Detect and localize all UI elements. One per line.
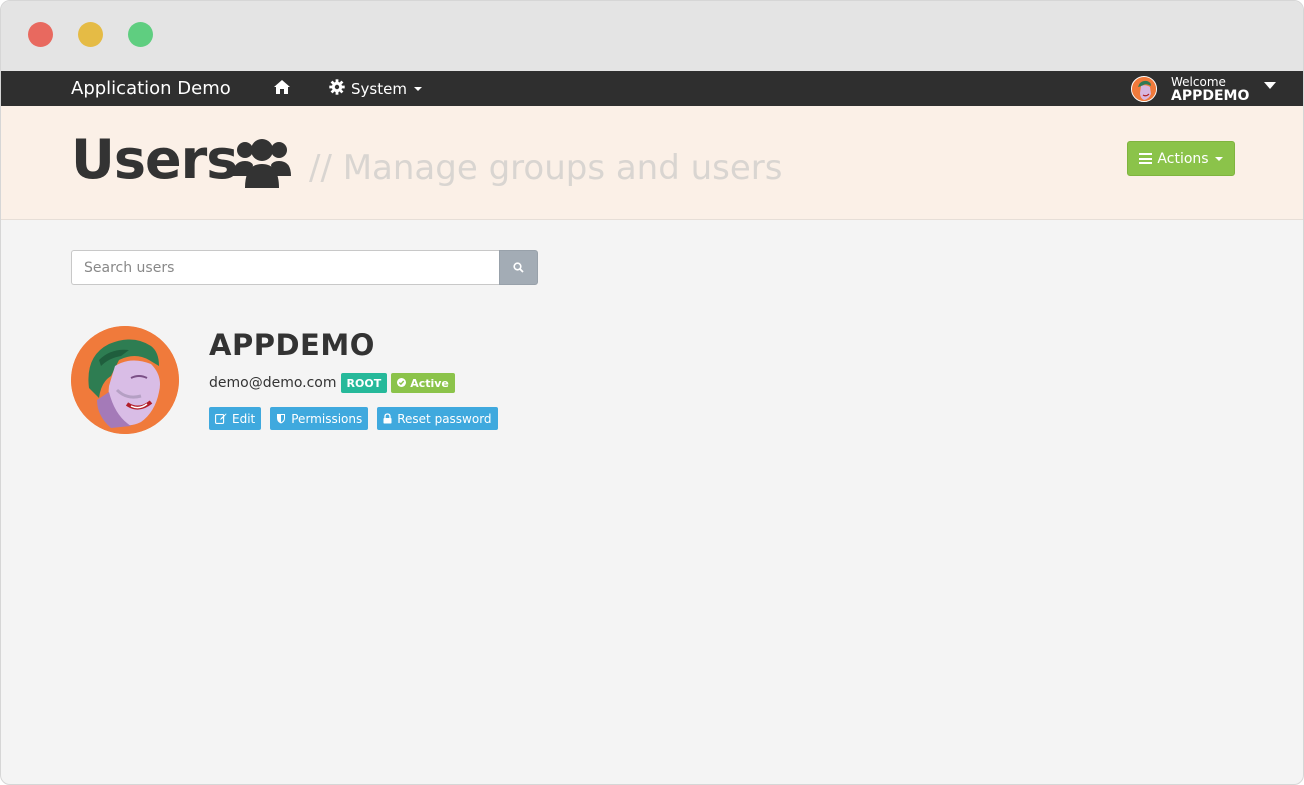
user-name: APPDEMO: [209, 328, 375, 362]
status-badge: Active: [391, 373, 455, 393]
permissions-button-label: Permissions: [291, 411, 363, 426]
user-email: demo@demo.com: [209, 375, 337, 391]
welcome-label: Welcome: [1171, 74, 1226, 89]
search-group: [71, 250, 538, 285]
edit-icon: [215, 413, 227, 424]
brand-link[interactable]: Application Demo: [71, 71, 231, 106]
reset-password-button-label: Reset password: [397, 411, 492, 426]
username-label: APPDEMO: [1171, 87, 1250, 104]
welcome-text: Welcome APPDEMO: [1171, 75, 1249, 103]
lock-icon: [383, 413, 392, 424]
chevron-down-icon: [413, 86, 422, 91]
users-icon: [233, 134, 291, 190]
page-subtitle: // Manage groups and users: [309, 148, 783, 188]
edit-button[interactable]: Edit: [209, 407, 262, 430]
maximize-window-button[interactable]: [128, 22, 153, 47]
avatar: [71, 326, 179, 434]
reset-password-button[interactable]: Reset password: [377, 407, 498, 430]
system-menu[interactable]: System: [329, 71, 422, 106]
user-actions: Edit Permissions Reset password: [209, 407, 498, 430]
check-circle-icon: [397, 377, 407, 390]
app-window: Application Demo System Welcome APPDEMO …: [0, 0, 1304, 785]
actions-button[interactable]: Actions: [1127, 141, 1235, 176]
search-input[interactable]: [71, 250, 499, 285]
chevron-down-icon: [1214, 156, 1223, 161]
home-icon[interactable]: [273, 79, 293, 97]
search-button[interactable]: [499, 250, 538, 285]
page-title: Users: [71, 128, 238, 191]
permissions-button[interactable]: Permissions: [270, 407, 369, 430]
system-menu-label: System: [351, 79, 407, 98]
edit-button-label: Edit: [232, 411, 256, 426]
role-badge: ROOT: [340, 373, 388, 393]
user-meta-row: demo@demo.com ROOT Active: [209, 373, 455, 393]
actions-button-label: Actions: [1157, 150, 1209, 167]
status-badge-label: Active: [410, 376, 449, 390]
minimize-window-button[interactable]: [78, 22, 103, 47]
top-navbar: Application Demo System Welcome APPDEMO: [1, 71, 1303, 106]
list-icon: [1139, 153, 1153, 164]
chevron-down-icon: [1264, 82, 1277, 89]
avatar: [1131, 75, 1157, 102]
search-icon: [513, 258, 524, 277]
user-menu[interactable]: Welcome APPDEMO: [1131, 71, 1277, 106]
window-titlebar: [1, 1, 1303, 71]
page-header: Users // Manage groups and users Actions: [1, 106, 1303, 220]
gear-icon: [329, 78, 345, 99]
shield-icon: [276, 413, 286, 424]
close-window-button[interactable]: [28, 22, 53, 47]
